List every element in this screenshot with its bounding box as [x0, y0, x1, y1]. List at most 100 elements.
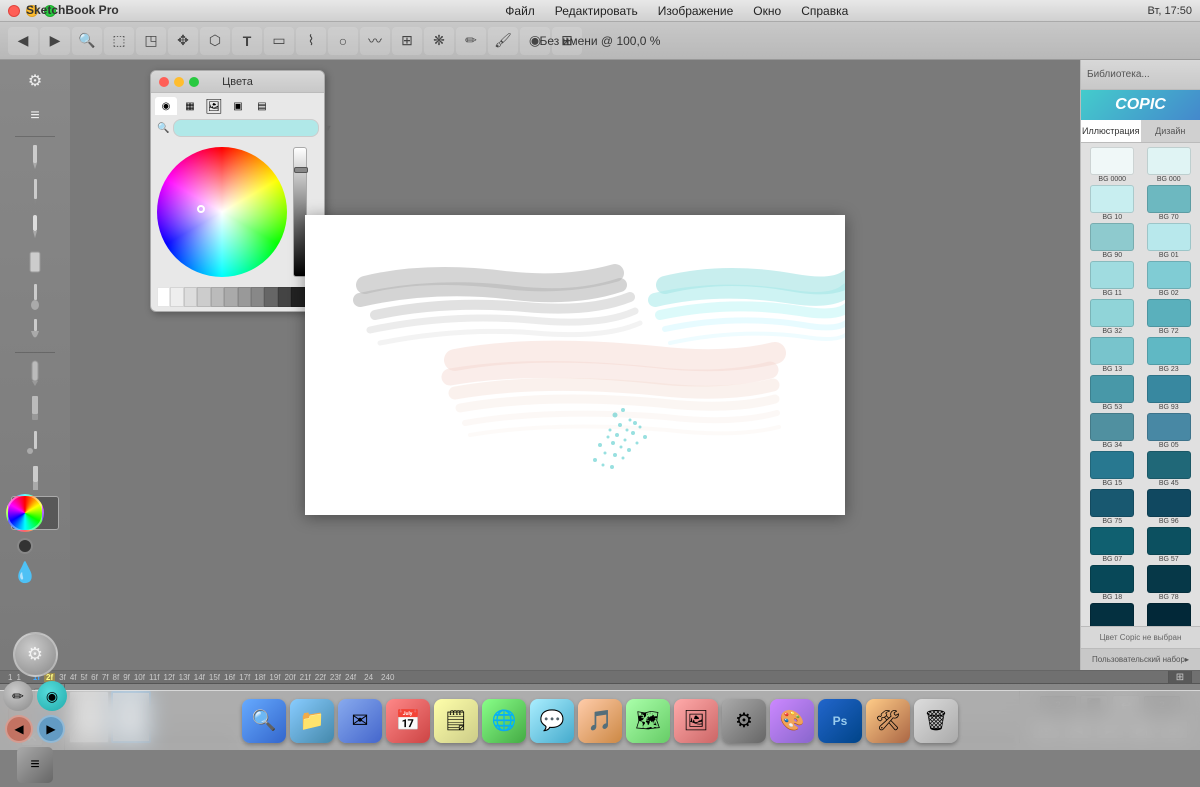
marker-tool-1[interactable] [11, 356, 59, 390]
color-tab-image[interactable]: 🖼 [203, 97, 225, 115]
dock-messages[interactable]: 💬 [530, 699, 574, 743]
copic-tab-design[interactable]: Дизайн [1141, 120, 1200, 142]
spray-tool[interactable] [11, 426, 59, 460]
copic-swatch-BG-02[interactable]: BG 02 [1142, 261, 1197, 297]
copic-swatch-BG-01[interactable]: BG 01 [1142, 223, 1197, 259]
copic-swatch-BG-13[interactable]: BG 13 [1085, 337, 1140, 373]
brush-tool-2[interactable] [11, 315, 59, 349]
color-tab-palette[interactable]: ▤ [251, 97, 273, 115]
dock-ps[interactable]: Ps [818, 699, 862, 743]
copic-swatch-BG-78[interactable]: BG 78 [1142, 565, 1197, 601]
color-wheel[interactable] [157, 147, 287, 277]
swatch-3[interactable] [197, 287, 210, 307]
dock-maps[interactable]: 🗺 [626, 699, 670, 743]
color-circle-tool[interactable] [6, 494, 44, 532]
dropper-icon[interactable]: 💧 [13, 560, 38, 585]
copic-swatch-BG-11[interactable]: BG 11 [1085, 261, 1140, 297]
pencil-tool-3[interactable] [11, 210, 59, 244]
copic-swatch-BG-07[interactable]: BG 07 [1085, 527, 1140, 563]
pencil-tool-1[interactable] [11, 140, 59, 174]
copic-swatch-BG-45[interactable]: BG 45 [1142, 451, 1197, 487]
copic-swatch-BG-18[interactable]: BG 18 [1085, 565, 1140, 601]
copic-tab-illustration[interactable]: Иллюстрация [1081, 120, 1141, 142]
menu-help[interactable]: Справка [797, 2, 852, 20]
dock-music[interactable]: 🎵 [578, 699, 622, 743]
dock-trash[interactable]: 🗑 [914, 699, 958, 743]
copic-swatch-BG-10[interactable]: BG 10 [1085, 185, 1140, 221]
copic-custom-set[interactable]: Пользовательский набор▸ [1081, 648, 1200, 670]
dock-system-prefs[interactable]: ⚙ [722, 699, 766, 743]
radial-spinner[interactable]: ⚙ [13, 632, 58, 677]
nav-forward[interactable]: ▶ [37, 715, 65, 743]
color-tab-swatches[interactable]: ▣ [227, 97, 249, 115]
curve-tool[interactable]: 〰 [360, 27, 390, 55]
color-dropdown-icon[interactable]: ▼ [323, 123, 332, 133]
swatch-5[interactable] [224, 287, 237, 307]
swatch-6[interactable] [238, 287, 251, 307]
undo-button[interactable]: ◀ [8, 27, 38, 55]
copic-swatch-BG-90[interactable]: BG 90 [1085, 223, 1140, 259]
copic-swatch-BG-93[interactable]: BG 93 [1142, 375, 1197, 411]
dock-app-2[interactable]: 🛠 [866, 699, 910, 743]
marker-tool-2[interactable] [11, 391, 59, 425]
dock-app-1[interactable]: 🎨 [770, 699, 814, 743]
copic-swatch-BG-57[interactable]: BG 57 [1142, 527, 1197, 563]
lasso-tool[interactable]: ◳ [136, 27, 166, 55]
timeline-expand[interactable]: ⊞ [1168, 671, 1192, 684]
ellipse-tool[interactable]: ○ [328, 27, 358, 55]
stroke-tool[interactable]: ✏ [456, 27, 486, 55]
swatch-1[interactable] [170, 287, 183, 307]
brightness-handle[interactable] [294, 167, 308, 173]
nav-back[interactable]: ◀ [5, 715, 33, 743]
dock-folder[interactable]: 📁 [290, 699, 334, 743]
layer-icon[interactable]: ≡ [17, 747, 53, 783]
swatch-8[interactable] [264, 287, 277, 307]
copic-swatch-BG-72[interactable]: BG 72 [1142, 299, 1197, 335]
settings-tool[interactable]: ⚙ [11, 64, 59, 98]
copic-swatch-BG-23[interactable]: BG 23 [1142, 337, 1197, 373]
copic-swatch-BG-34[interactable]: BG 34 [1085, 413, 1140, 449]
swatch-4[interactable] [211, 287, 224, 307]
color-search-input[interactable] [173, 119, 319, 137]
color-tab-wheel[interactable]: ◉ [155, 97, 177, 115]
copic-swatch-BG-96[interactable]: BG 96 [1142, 489, 1197, 525]
swatch-7[interactable] [251, 287, 264, 307]
dock-notes[interactable]: 🗒 [434, 699, 478, 743]
transform-tool[interactable]: ✥ [168, 27, 198, 55]
color-panel-max[interactable] [189, 77, 199, 87]
swatch-2[interactable] [184, 287, 197, 307]
color-panel-min[interactable] [174, 77, 184, 87]
copic-swatch-BG-05[interactable]: BG 05 [1142, 413, 1197, 449]
menu-file[interactable]: Файл [501, 2, 539, 20]
close-button[interactable] [8, 5, 20, 17]
copic-swatch-BG-15[interactable]: BG 15 [1085, 451, 1140, 487]
dock-mail[interactable]: ✉ [338, 699, 382, 743]
color-panel-close[interactable] [159, 77, 169, 87]
canvas-area[interactable]: Цвета ◉ ▦ 🖼 ▣ ▤ 🔍 ▼ [70, 60, 1080, 670]
distort-tool[interactable]: ⬡ [200, 27, 230, 55]
copic-swatch-BG-53[interactable]: BG 53 [1085, 375, 1140, 411]
copic-swatch-BG-32[interactable]: BG 32 [1085, 299, 1140, 335]
dock-calendar[interactable]: 📅 [386, 699, 430, 743]
swatch-9[interactable] [278, 287, 291, 307]
swatch-white[interactable] [157, 287, 170, 307]
dock-finder[interactable]: 🔍 [242, 699, 286, 743]
dock-photos[interactable]: 🖼 [674, 699, 718, 743]
dock-safari[interactable]: 🌐 [482, 699, 526, 743]
brush-settings[interactable]: 🖌 [488, 27, 518, 55]
tool-spinner-1[interactable]: ✏ [3, 681, 33, 711]
pencil-tool-2[interactable] [11, 175, 59, 209]
drawing-canvas[interactable] [305, 215, 845, 515]
ruler-tool[interactable]: ⌇ [296, 27, 326, 55]
rect-select-tool[interactable]: ⬚ [104, 27, 134, 55]
swatch-10[interactable] [291, 287, 304, 307]
color-tab-sliders[interactable]: ▦ [179, 97, 201, 115]
redo-button[interactable]: ▶ [40, 27, 70, 55]
copic-swatch-BG-000[interactable]: BG 000 [1142, 147, 1197, 183]
copic-swatch-BG-75[interactable]: BG 75 [1085, 489, 1140, 525]
copic-swatch-BG-49[interactable]: BG 49 [1142, 603, 1197, 626]
symmetry-tool[interactable]: ❋ [424, 27, 454, 55]
dark-dot[interactable] [17, 538, 33, 554]
layers-tool[interactable]: ≡ [11, 99, 59, 133]
brush-tool-1[interactable] [11, 280, 59, 314]
